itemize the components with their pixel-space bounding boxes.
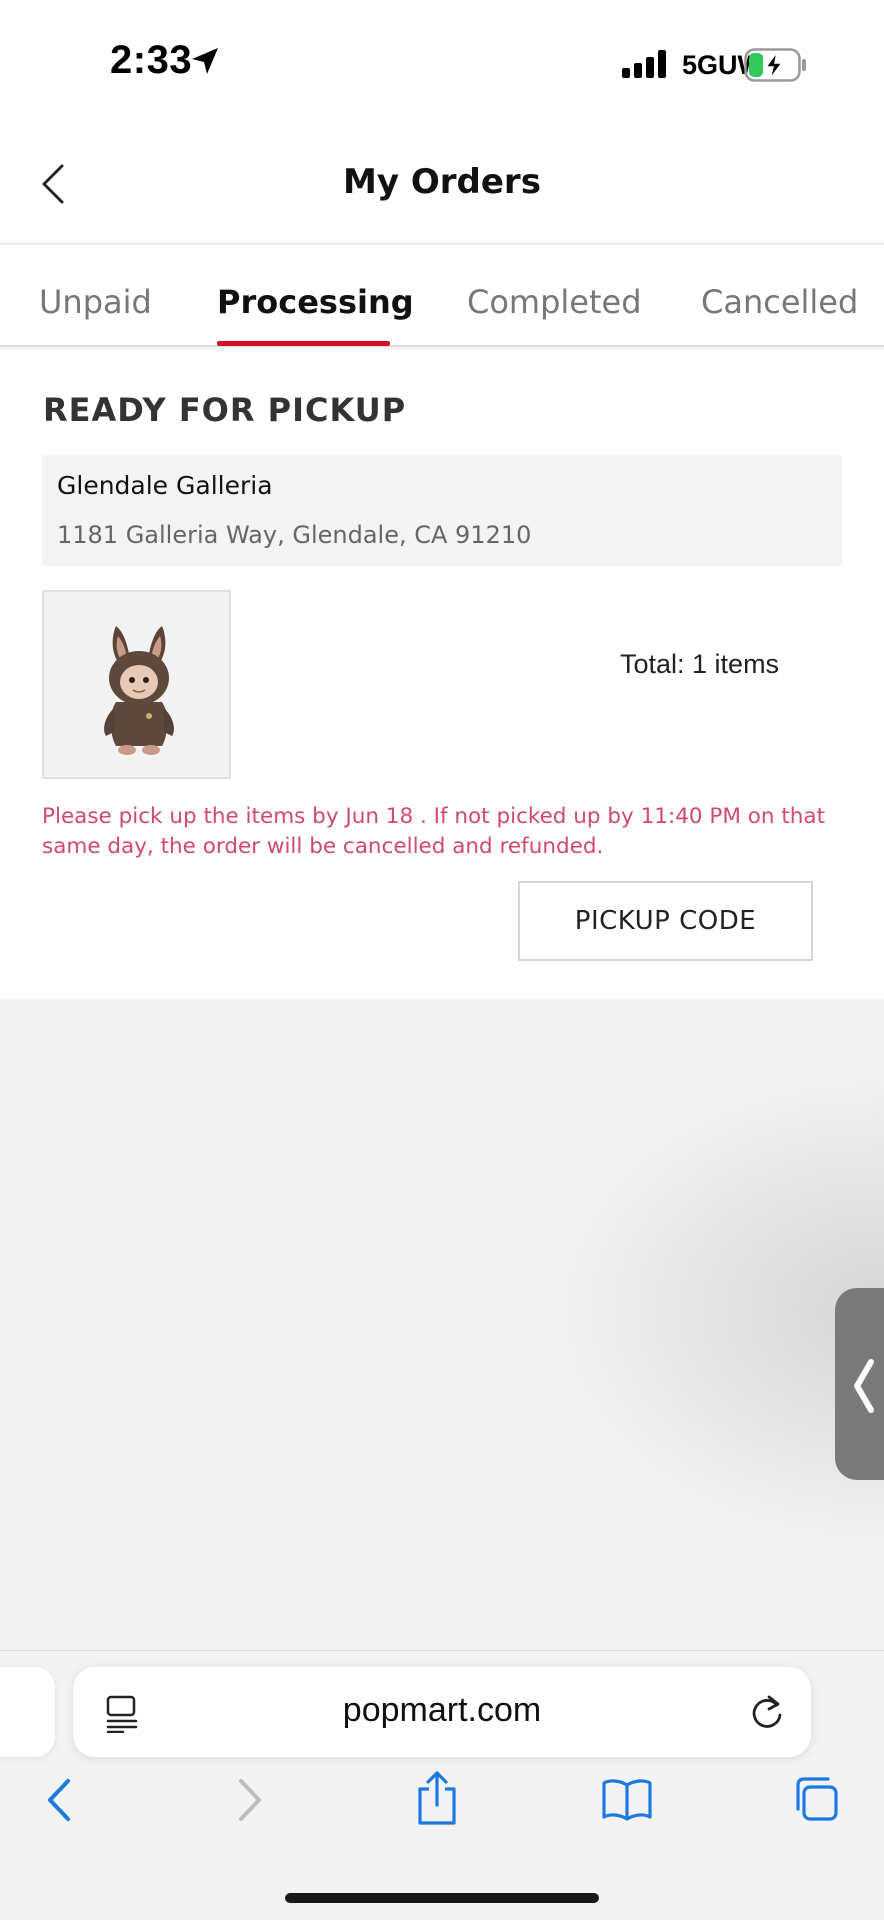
home-indicator[interactable]: [285, 1893, 599, 1903]
browser-toolbar: [0, 1771, 884, 1835]
order-status: READY FOR PICKUP: [43, 391, 407, 429]
previous-tab-preview[interactable]: [0, 1667, 55, 1757]
order-card: READY FOR PICKUP Glendale Galleria 1181 …: [0, 349, 884, 999]
bookmarks-icon[interactable]: [601, 1777, 653, 1827]
order-tabs: Unpaid Processing Completed Cancelled: [0, 245, 884, 347]
tab-processing[interactable]: Processing: [217, 283, 414, 321]
side-panel-handle[interactable]: [835, 1288, 884, 1480]
forward-arrow-icon[interactable]: [235, 1775, 267, 1829]
store-name: Glendale Galleria: [57, 471, 273, 500]
tab-completed[interactable]: Completed: [467, 283, 642, 321]
battery-charging-icon: [744, 48, 808, 86]
share-icon[interactable]: [416, 1769, 458, 1831]
plush-toy-image: [104, 626, 174, 755]
pickup-code-button[interactable]: PICKUP CODE: [518, 881, 813, 961]
product-thumbnail[interactable]: [42, 590, 231, 779]
tab-cancelled[interactable]: Cancelled: [701, 283, 858, 321]
back-arrow-icon[interactable]: [42, 1775, 74, 1829]
page-header: My Orders: [0, 130, 884, 244]
store-address: 1181 Galleria Way, Glendale, CA 91210: [57, 521, 532, 549]
cellular-signal-icon: [622, 50, 670, 82]
address-bar[interactable]: popmart.com: [73, 1667, 811, 1757]
side-handle-shadow: [520, 1050, 884, 1570]
status-time: 2:33: [110, 38, 193, 82]
status-bar: 2:33 5GUW: [0, 0, 884, 130]
page-title: My Orders: [343, 162, 541, 202]
browser-divider: [0, 1650, 884, 1651]
tabs-icon[interactable]: [792, 1775, 840, 1827]
url-text[interactable]: popmart.com: [73, 1691, 811, 1730]
tab-unpaid[interactable]: Unpaid: [39, 283, 152, 321]
order-total: Total: 1 items: [620, 649, 780, 679]
active-tab-indicator: [217, 341, 390, 346]
pickup-deadline-notice: Please pick up the items by Jun 18 . If …: [42, 804, 826, 859]
store-info: Glendale Galleria 1181 Galleria Way, Gle…: [42, 455, 842, 566]
reload-icon[interactable]: [749, 1693, 785, 1735]
location-arrow-icon: [190, 46, 220, 80]
chevron-left-icon: [854, 1359, 874, 1413]
